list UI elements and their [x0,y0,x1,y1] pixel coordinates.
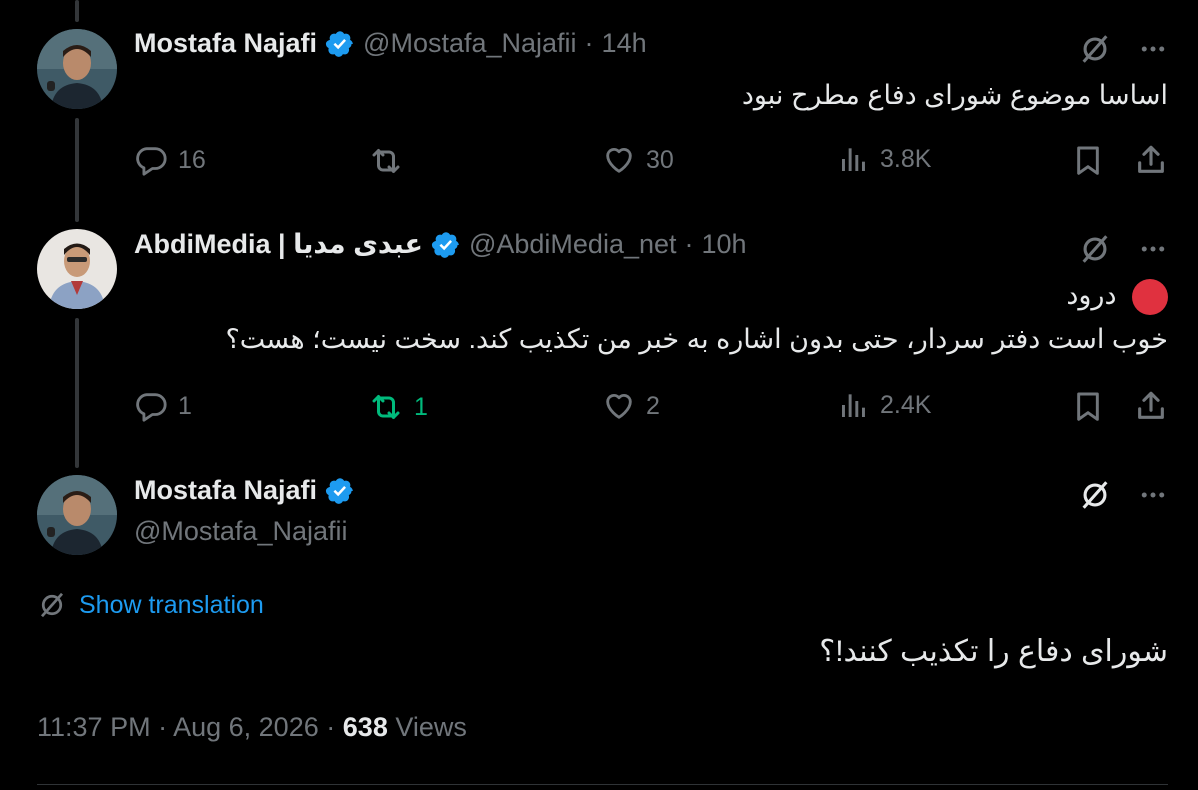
tweet-1-header: Mostafa Najafi @Mostafa_Najafii · 14h [134,28,647,59]
views-label: Views [395,712,467,742]
verified-badge-icon [325,476,355,506]
views-count: 638 [342,712,388,742]
more-options-icon[interactable] [1138,34,1168,69]
timestamp[interactable]: 14h [602,28,647,59]
show-translation-label: Show translation [79,590,264,619]
show-translation-link[interactable]: Show translation [37,590,264,620]
display-name[interactable]: Mostafa Najafi [134,475,317,506]
translate-slash-icon[interactable] [1078,478,1112,517]
translate-slash-icon[interactable] [1078,32,1112,71]
timestamp[interactable]: 10h [702,229,747,260]
like-count: 30 [646,145,674,174]
repost-button[interactable] [368,143,414,179]
bookmark-button[interactable] [1072,143,1104,177]
main-tweet-handle-row: @Mostafa_Najafii [134,516,348,547]
tweet-2-header: AbdiMedia | عبدی مدیا @AbdiMedia_net · 1… [134,229,747,260]
like-count: 2 [646,391,660,420]
views-count: 2.4K [880,390,932,419]
main-tweet-text: شورای دفاع را تکذیب کنند!؟ [819,635,1168,668]
tweet-text-line: اساسا موضوع شورای دفاع مطرح نبود [741,80,1168,110]
main-tweet-header: Mostafa Najafi [134,475,355,506]
like-button[interactable]: 30 [602,143,674,177]
avatar[interactable] [37,29,117,109]
translate-slash-icon[interactable] [1078,232,1112,271]
greeting-text: درود [1066,280,1117,310]
tweet-text-line: درود [225,274,1168,316]
avatar[interactable] [37,475,117,555]
tweet-meta: 11:37 PM · Aug 6, 2026 · 638 Views [37,712,467,743]
reply-button[interactable]: 1 [134,389,192,423]
red-circle-emoji-icon [1132,278,1168,315]
divider [37,784,1168,785]
tweet-text: درود خوب است دفتر سردار، حتی بدون اشاره … [225,274,1168,360]
separator-dot: · [684,229,694,259]
verified-badge-icon [431,230,461,260]
thread-line-top [75,0,79,22]
post-date[interactable]: Aug 6, 2026 [173,712,319,742]
thread-line-2 [75,318,79,468]
views-button[interactable]: 3.8K [838,143,931,175]
tweet-1-top-actions [1078,32,1168,71]
bookmark-button[interactable] [1072,389,1104,423]
username[interactable]: @Mostafa_Najafii [363,28,577,59]
separator-dot: · [326,712,336,742]
post-time[interactable]: 11:37 PM [37,712,151,742]
more-options-icon[interactable] [1138,234,1168,269]
repost-count: 1 [414,392,428,421]
more-options-icon[interactable] [1138,480,1168,515]
tweet-text: اساسا موضوع شورای دفاع مطرح نبود [742,74,1168,116]
reply-button[interactable]: 16 [134,143,206,177]
tweet-1-actions: 16 30 3.8K [134,143,1168,183]
avatar[interactable] [37,229,117,309]
username[interactable]: @AbdiMedia_net [469,229,677,260]
separator-dot: · [158,712,168,742]
views-button[interactable]: 2.4K [838,389,931,421]
reply-count: 16 [178,145,206,174]
main-tweet-top-actions [1078,478,1168,517]
verified-badge-icon [325,29,355,59]
display-name[interactable]: Mostafa Najafi [134,28,317,59]
translate-icon [40,592,64,618]
like-button[interactable]: 2 [602,389,660,423]
separator-dot: · [584,28,594,58]
reply-count: 1 [178,391,192,420]
repost-button[interactable]: 1 [368,389,428,425]
thread-line-1 [75,118,79,222]
display-name[interactable]: AbdiMedia | عبدی مدیا [134,229,423,260]
tweet-2-top-actions [1078,232,1168,271]
share-button[interactable] [1134,389,1168,423]
tweet-text-line: خوب است دفتر سردار، حتی بدون اشاره به خب… [225,324,1168,354]
share-button[interactable] [1134,143,1168,177]
views-count: 3.8K [880,144,932,173]
username[interactable]: @Mostafa_Najafii [134,516,348,547]
tweet-2-actions: 1 1 2 2.4K [134,389,1168,429]
